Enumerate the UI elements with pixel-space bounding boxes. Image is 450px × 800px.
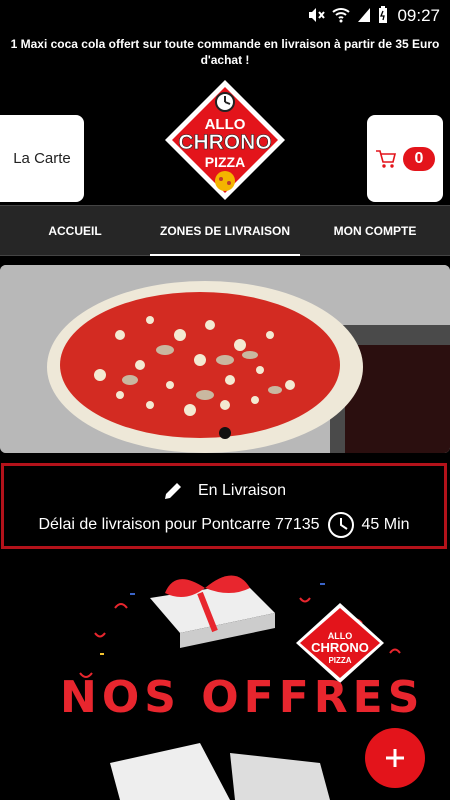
allo-chrono-pizza-logo[interactable]: ALLO CHRONO PIZZA xyxy=(160,75,290,205)
hero-pizza-image xyxy=(0,265,450,453)
offers-logo-line-3: PIZZA xyxy=(328,656,351,665)
offers-title: NOS OFFRES xyxy=(60,672,425,723)
tab-zones-label: ZONES DE LIVRAISON xyxy=(159,223,290,238)
tab-accueil[interactable]: ACCUEIL xyxy=(0,206,150,255)
mute-icon xyxy=(309,8,325,22)
status-icons xyxy=(307,6,388,24)
logo-line-2: CHRONO xyxy=(178,131,271,154)
cart-icon xyxy=(376,149,397,168)
la-carte-button[interactable]: La Carte xyxy=(0,115,84,202)
delivery-delay-text: Délai de livraison pour Pontcarre 77135 xyxy=(38,516,320,533)
pizza-illustration xyxy=(0,265,450,453)
tab-accueil-label: ACCUEIL xyxy=(48,223,102,238)
delivery-delay-value: 45 Min xyxy=(361,516,410,533)
main-nav: ACCUEIL ZONES DE LIVRAISON MON COMPTE xyxy=(0,205,450,256)
battery-icon xyxy=(379,6,387,23)
wifi-icon xyxy=(332,8,350,23)
tab-mon-compte-label: MON COMPTE xyxy=(333,223,417,238)
delivery-info-box[interactable]: En Livraison Délai de livraison pour Pon… xyxy=(1,463,447,549)
promo-banner: 1 Maxi coca cola offert sur toute comman… xyxy=(10,37,440,67)
plus-icon xyxy=(386,749,404,767)
la-carte-label: La Carte xyxy=(13,150,71,167)
tab-mon-compte[interactable]: MON COMPTE xyxy=(300,206,450,255)
signal-icon xyxy=(358,8,370,22)
clock-icon xyxy=(327,512,354,538)
offers-logo-line-2: CHRONO xyxy=(311,640,369,655)
cart-count-badge: 0 xyxy=(403,146,435,171)
delivery-mode: En Livraison xyxy=(197,482,287,499)
logo-line-3: PIZZA xyxy=(205,154,245,170)
status-bar: 09:27 xyxy=(0,0,450,32)
cart-button[interactable]: 0 xyxy=(367,115,443,202)
pencil-icon[interactable] xyxy=(162,480,184,502)
clock-time: 09:27 xyxy=(397,6,440,25)
tab-zones-de-livraison[interactable]: ZONES DE LIVRAISON xyxy=(150,206,300,256)
add-button[interactable] xyxy=(365,728,425,788)
